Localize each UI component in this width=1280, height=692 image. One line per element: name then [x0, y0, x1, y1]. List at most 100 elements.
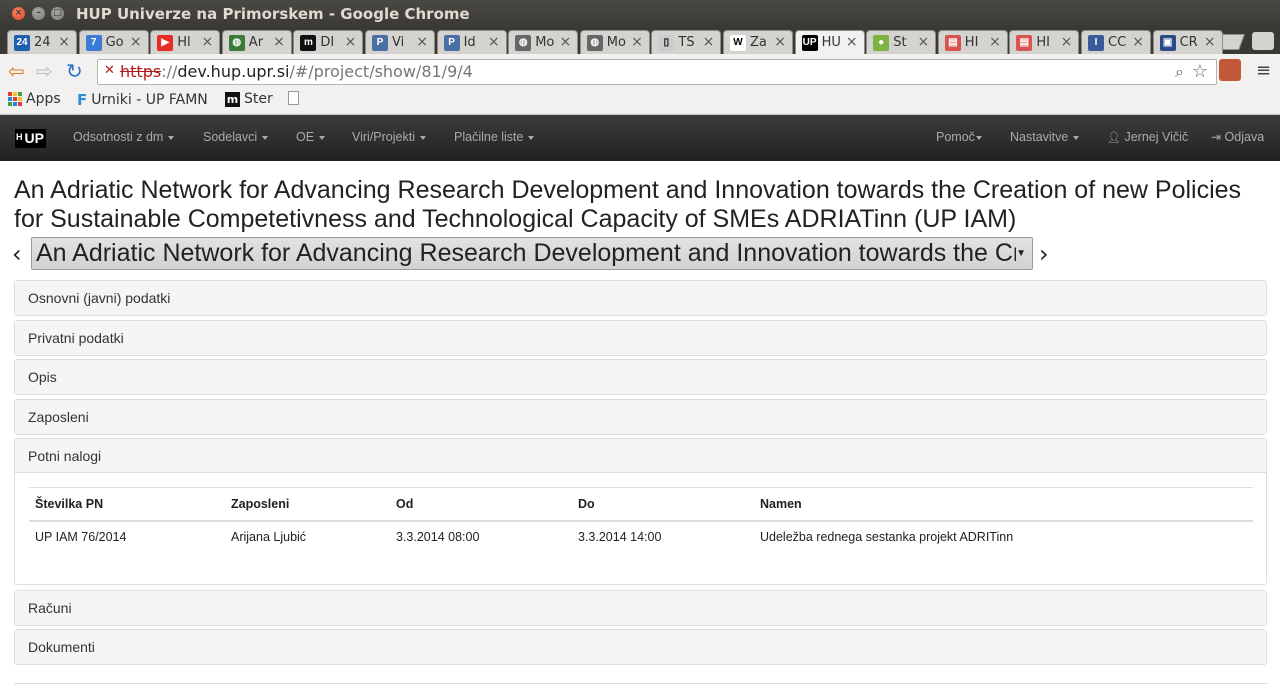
browser-tab[interactable]: ▣ CR ×	[1152, 30, 1223, 54]
tab-close-icon[interactable]: ×	[774, 34, 786, 50]
tab-close-icon[interactable]: ×	[345, 34, 357, 50]
window-minimize-button[interactable]: –	[32, 7, 45, 20]
browser-tab[interactable]: ▯ TS ×	[651, 30, 722, 54]
browser-tab[interactable]: P Vi ×	[365, 30, 435, 54]
browser-tab[interactable]: ▤ HI ×	[937, 30, 1008, 54]
browser-tab[interactable]: ▶ Hl ×	[150, 30, 221, 54]
nav-label: Jernej Vičič	[1124, 130, 1189, 144]
nav-label: Viri/Projekti	[352, 130, 415, 144]
browser-tab[interactable]: UP HU ×	[794, 30, 865, 54]
browser-tab[interactable]: ● Št ×	[866, 30, 937, 54]
tab-close-icon[interactable]: ×	[1204, 34, 1216, 50]
nav-help[interactable]: Pomoč	[936, 130, 982, 144]
tab-close-icon[interactable]: ×	[1061, 34, 1073, 50]
forward-arrow-icon[interactable]: ⇨	[36, 60, 53, 82]
url-text[interactable]: https://dev.hup.upr.si/#/project/show/81…	[120, 62, 473, 81]
tab-close-icon[interactable]: ×	[989, 34, 1001, 50]
back-arrow-icon[interactable]: ⇦	[8, 60, 25, 82]
youtube-icon: ▶	[157, 34, 174, 51]
browser-tab[interactable]: m DI ×	[293, 30, 364, 54]
browser-tab[interactable]: ◍ Mo ×	[579, 30, 650, 54]
nav-placilne-liste[interactable]: Plačilne liste	[454, 130, 535, 144]
nav-oe[interactable]: OE	[296, 130, 326, 144]
logo-small-letter: H	[16, 132, 23, 142]
page-icon: ▤	[1016, 34, 1033, 51]
browser-tab[interactable]: ◍ Ar ×	[221, 30, 292, 54]
nav-label: OE	[296, 130, 315, 144]
nav-label: Odsotnosti z dm	[73, 130, 164, 144]
nav-user[interactable]: 👤︎ Jernej Vičič	[1107, 130, 1188, 144]
hup-logo[interactable]: H UP	[15, 129, 46, 148]
nav-viri-projekti[interactable]: Viri/Projekti	[352, 130, 426, 144]
panel-heading-potni[interactable]: Potni nalogi	[15, 439, 1266, 473]
table-cell: 3.3.2014 14:00	[578, 530, 662, 544]
panel-heading-osnovni[interactable]: Osnovni (javni) podatki	[15, 281, 1266, 315]
caret-down-icon	[319, 135, 326, 140]
table-row[interactable]: UP IAM 76/2014 Arijana Ljubić 3.3.2014 0…	[29, 521, 1253, 553]
tab-close-icon[interactable]: ×	[631, 34, 643, 50]
tab-close-icon[interactable]: ×	[703, 34, 715, 50]
nav-settings[interactable]: Nastavitve	[1010, 130, 1080, 144]
chevron-left-icon[interactable]: ‹	[12, 240, 22, 268]
caret-down-icon	[1073, 135, 1080, 140]
tab-label: Mo	[606, 35, 626, 50]
extension-icon[interactable]	[1219, 59, 1241, 81]
panel-heading-zaposleni[interactable]: Zaposleni	[15, 400, 1266, 434]
column-header[interactable]: Od	[390, 487, 572, 522]
panel-heading-racuni[interactable]: Računi	[15, 591, 1266, 625]
column-header[interactable]: Do	[572, 487, 754, 522]
bookmark-apps[interactable]: Apps	[8, 91, 61, 107]
insecure-lock-icon[interactable]: ✕	[104, 63, 115, 78]
tab-close-icon[interactable]: ×	[201, 34, 213, 50]
tab-close-icon[interactable]: ×	[559, 34, 571, 50]
window-maximize-button[interactable]: □	[51, 7, 64, 20]
table-cell: Udeležba rednega sestanka projekt ADRITi…	[760, 530, 1014, 544]
panel-heading-dokumenti[interactable]: Dokumenti	[15, 630, 1266, 664]
reload-icon[interactable]: ↻	[66, 60, 83, 82]
tab-close-icon[interactable]: ×	[130, 34, 142, 50]
bookmarks-bar: Apps F Urniki - UP FAMNI m Ster	[0, 89, 1280, 115]
column-header[interactable]: Zaposleni	[225, 487, 390, 522]
tab-close-icon[interactable]: ×	[273, 34, 285, 50]
chevron-right-icon[interactable]: ›	[1039, 240, 1049, 268]
nav-sodelavci[interactable]: Sodelavci	[203, 130, 269, 144]
browser-tab[interactable]: 7 Go ×	[78, 30, 149, 54]
page-title: An Adriatic Network for Advancing Resear…	[14, 176, 1242, 233]
bookmark-star-icon[interactable]: ☆	[1192, 61, 1208, 82]
bookmark-page[interactable]	[288, 91, 299, 105]
tab-close-icon[interactable]: ×	[416, 34, 428, 50]
tab-label: Id	[463, 35, 476, 50]
tab-strip: 24 24 × 7 Go × ▶ Hl × ◍ Ar × m DI × P Vi × P Id × ◍ Mo × ◍ Mo × ▯ TS…	[0, 28, 1280, 54]
bookmark-urniki[interactable]: F Urniki - UP FAMNI	[77, 91, 209, 109]
tab-label: Za	[750, 35, 767, 50]
nav-logout[interactable]: ⇥ Odjava	[1211, 130, 1264, 144]
menu-icon[interactable]: ≡	[1256, 60, 1271, 82]
profile-button[interactable]	[1252, 32, 1274, 50]
browser-tab[interactable]: I CC ×	[1081, 30, 1151, 54]
tab-close-icon[interactable]: ×	[58, 34, 70, 50]
window-close-button[interactable]: ×	[12, 7, 25, 20]
tab-close-icon[interactable]: ×	[917, 34, 929, 50]
user-icon: 👤︎	[1107, 132, 1121, 144]
caret-down-icon	[528, 135, 535, 140]
divider	[14, 683, 1267, 684]
column-header[interactable]: Številka PN	[29, 487, 225, 522]
project-select-value: An Adriatic Network for Advancing Resear…	[36, 239, 1016, 267]
bookmark-ster[interactable]: m Ster	[225, 91, 273, 107]
panel-heading-opis[interactable]: Opis	[15, 360, 1266, 394]
tab-close-icon[interactable]: ×	[1132, 34, 1144, 50]
tab-close-icon[interactable]: ×	[488, 34, 500, 50]
panel-dokumenti: Dokumenti	[14, 629, 1267, 665]
bookmark-label: Urniki - UP FAMNI	[91, 92, 210, 108]
browser-tab[interactable]: W Za ×	[723, 30, 793, 54]
browser-tab[interactable]: P Id ×	[436, 30, 507, 54]
browser-tab[interactable]: ▤ HI ×	[1009, 30, 1080, 54]
nav-odsotnosti[interactable]: Odsotnosti z dm	[73, 130, 175, 144]
browser-tab[interactable]: ◍ Mo ×	[508, 30, 579, 54]
column-header[interactable]: Namen	[754, 487, 1253, 522]
browser-tab[interactable]: 24 24 ×	[7, 30, 77, 54]
panel-heading-privatni[interactable]: Privatni podatki	[15, 321, 1266, 355]
tab-close-icon[interactable]: ×	[846, 34, 858, 50]
project-select[interactable]: An Adriatic Network for Advancing Resear…	[31, 237, 1033, 270]
table-cell: 3.3.2014 08:00	[396, 530, 480, 544]
